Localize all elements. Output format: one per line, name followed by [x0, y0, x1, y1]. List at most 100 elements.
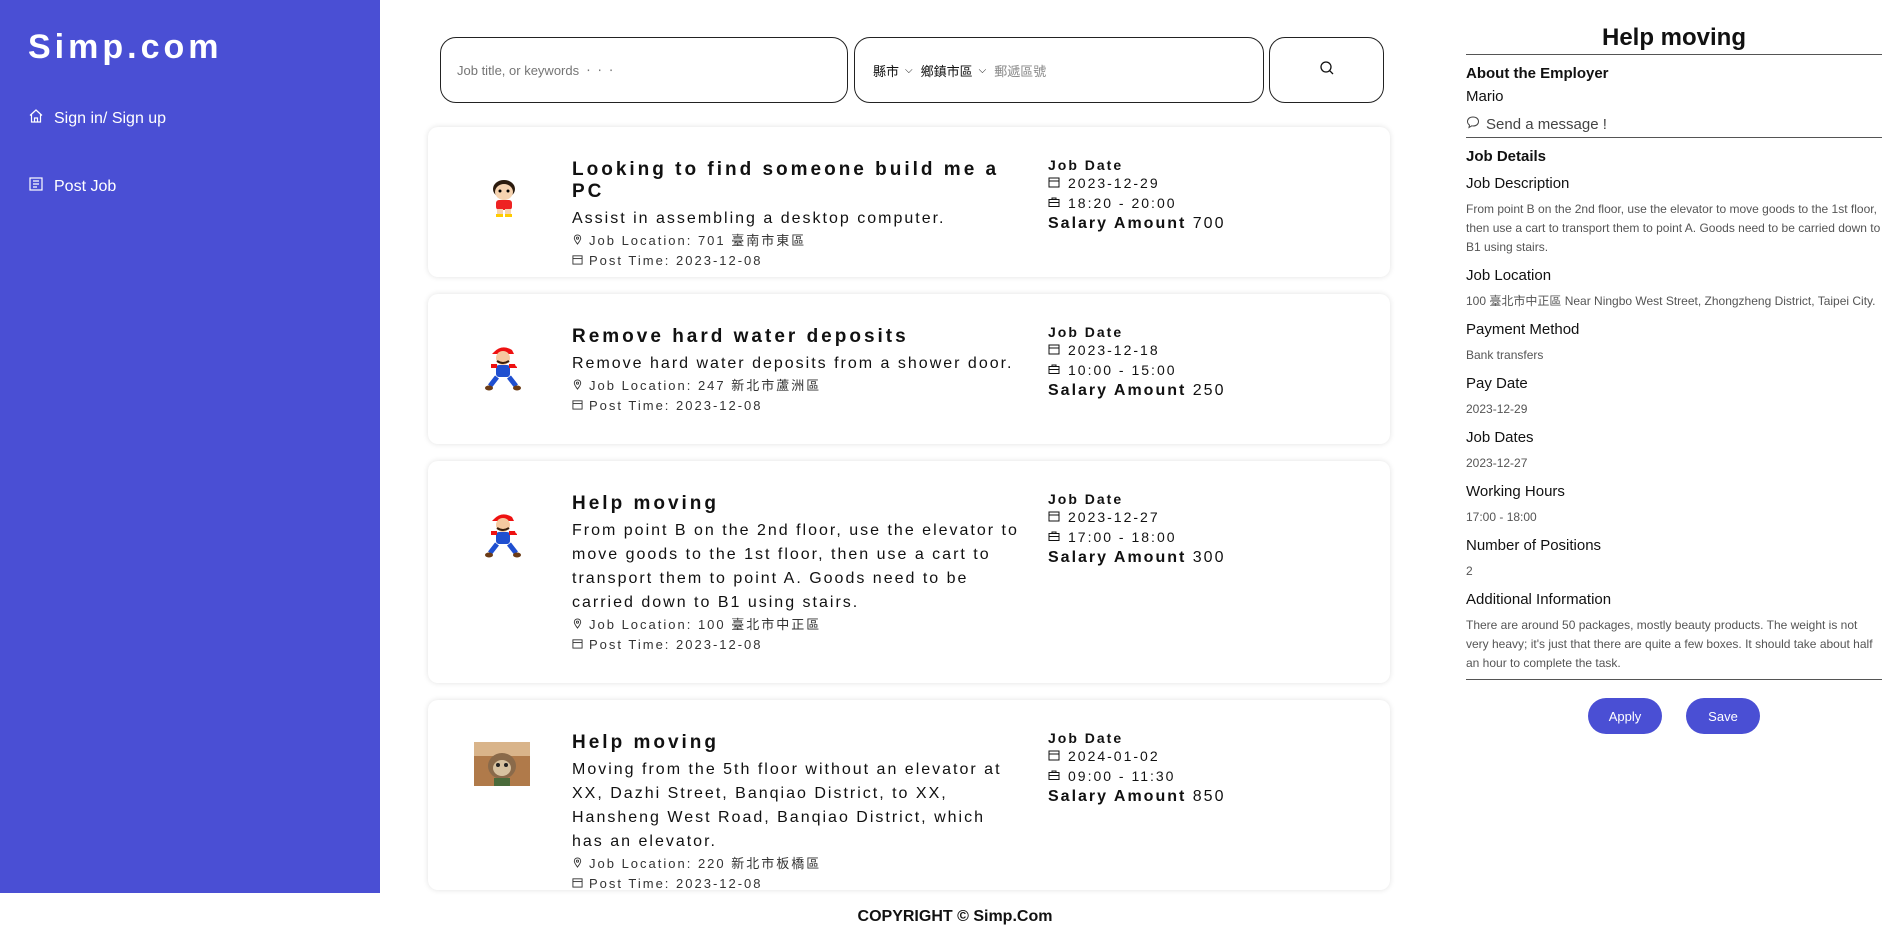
brand-logo[interactable]: Simp.com [28, 28, 222, 67]
salary-value: 700 [1192, 215, 1226, 232]
job-hours: 18:20 - 20:00 [1048, 193, 1368, 213]
briefcase-icon [1048, 527, 1060, 547]
job-title[interactable]: Help moving [572, 493, 1022, 515]
keyword-search-input[interactable] [457, 62, 847, 78]
send-message-label: Send a message ! [1486, 115, 1607, 133]
job-card[interactable]: Help moving From point B on the 2nd floo… [428, 461, 1390, 683]
job-hours: 10:00 - 15:00 [1048, 360, 1368, 380]
job-date-label: Job Date [1048, 157, 1124, 173]
sidebar-item-post-job[interactable]: Post Job [28, 176, 116, 197]
district-select-label: 鄉鎮市區 [920, 63, 973, 79]
payment-method-value: Bank transfers [1466, 348, 1544, 362]
job-card[interactable]: Looking to find someone build me a PC As… [428, 127, 1390, 277]
job-hours: 09:00 - 11:30 [1048, 766, 1368, 786]
job-salary: Salary Amount 250 [1048, 382, 1368, 400]
job-title[interactable]: Help moving [572, 732, 1022, 754]
home-icon [28, 108, 44, 129]
job-hours: 17:00 - 18:00 [1048, 527, 1368, 547]
save-button[interactable]: Save [1686, 698, 1760, 734]
chat-bubble-icon [1466, 115, 1480, 133]
document-icon [28, 176, 44, 197]
location-pin-icon [572, 615, 583, 635]
job-salary: Salary Amount 850 [1048, 788, 1368, 806]
detail-title: Help moving [1466, 24, 1882, 55]
salary-label: Salary Amount [1048, 215, 1187, 232]
location-value: 100 臺北市中正區 Near Ningbo West Street, Zhon… [1466, 294, 1876, 308]
county-select-label: 縣市 [873, 63, 900, 79]
job-date-label: Job Date [1048, 730, 1124, 746]
employer-name: Mario [1466, 88, 1504, 105]
send-message-link[interactable]: Send a message ! [1466, 115, 1882, 138]
job-hours-text: 10:00 - 15:00 [1068, 362, 1177, 378]
sidebar: Simp.com Sign in/ Sign up Post Job [0, 0, 380, 893]
job-post-time-text: Post Time: 2023-12-08 [589, 253, 763, 268]
zip-code-field[interactable]: 郵遞區號 [994, 61, 1046, 80]
job-post-time: Post Time: 2023-12-08 [572, 396, 1022, 416]
divider [1466, 679, 1882, 680]
job-post-time: Post Time: 2023-12-08 [572, 251, 1022, 271]
job-date-text: 2023-12-18 [1068, 342, 1160, 358]
briefcase-icon [1048, 766, 1060, 786]
job-date: 2023-12-29 [1048, 173, 1368, 193]
job-description: Moving from the 5th floor without an ele… [572, 761, 1002, 850]
job-salary: Salary Amount 300 [1048, 549, 1368, 567]
job-location-text: Job Location: 247 新北市蘆洲區 [589, 378, 822, 393]
additional-info-value: There are around 50 packages, mostly bea… [1466, 618, 1873, 670]
footer-copyright: COPYRIGHT © Simp.Com [857, 908, 1053, 925]
location-label: Job Location [1466, 267, 1552, 284]
job-location-text: Job Location: 100 臺北市中正區 [589, 617, 822, 632]
district-select[interactable]: 鄉鎮市區 ⌵ [921, 61, 987, 80]
sidebar-item-label: Post Job [54, 177, 117, 195]
salary-label: Salary Amount [1048, 549, 1187, 566]
additional-info-label: Additional Information [1466, 591, 1612, 608]
county-select[interactable]: 縣市 ⌵ [873, 61, 913, 80]
cartoon-boy-avatar [478, 171, 530, 223]
apply-button[interactable]: Apply [1588, 698, 1662, 734]
job-description: Assist in assembling a desktop computer. [572, 210, 946, 227]
sidebar-item-label: Sign in/ Sign up [54, 109, 167, 127]
job-date: 2024-01-02 [1048, 746, 1368, 766]
job-date: 2023-12-27 [1048, 507, 1368, 527]
job-post-time: Post Time: 2023-12-08 [572, 635, 1022, 655]
positions-label: Number of Positions [1466, 537, 1602, 554]
pay-date-label: Pay Date [1466, 375, 1528, 392]
job-hours-text: 18:20 - 20:00 [1068, 195, 1177, 211]
salary-label: Salary Amount [1048, 382, 1187, 399]
salary-value: 300 [1192, 549, 1226, 566]
job-title[interactable]: Looking to find someone build me a PC [572, 159, 1022, 203]
job-date-text: 2023-12-29 [1068, 175, 1160, 191]
location-pin-icon [572, 854, 583, 874]
chevron-down-icon: ⌵ [978, 64, 987, 76]
employer-heading: About the Employer [1466, 65, 1609, 82]
detail-actions: Apply Save [1466, 698, 1882, 734]
job-hours-text: 17:00 - 18:00 [1068, 529, 1177, 545]
salary-value: 850 [1192, 788, 1226, 805]
job-location: Job Location: 701 臺南市東區 [572, 231, 1022, 251]
calendar-icon [572, 635, 583, 655]
job-post-time-text: Post Time: 2023-12-08 [589, 398, 763, 413]
calendar-icon [1048, 173, 1060, 193]
job-title[interactable]: Remove hard water deposits [572, 326, 1022, 348]
briefcase-icon [1048, 193, 1060, 213]
job-date-text: 2023-12-27 [1068, 509, 1160, 525]
calendar-icon [572, 874, 583, 894]
job-card[interactable]: Help moving Moving from the 5th floor wi… [428, 700, 1390, 891]
job-date: 2023-12-18 [1048, 340, 1368, 360]
plumber-avatar [478, 509, 530, 561]
sidebar-item-sign-in[interactable]: Sign in/ Sign up [28, 108, 166, 129]
description-value: From point B on the 2nd floor, use the e… [1466, 202, 1881, 254]
job-salary: Salary Amount 700 [1048, 215, 1368, 233]
positions-value: 2 [1466, 564, 1473, 578]
job-location: Job Location: 100 臺北市中正區 [572, 615, 1022, 635]
calendar-icon [1048, 746, 1060, 766]
job-card[interactable]: Remove hard water deposits Remove hard w… [428, 294, 1390, 444]
pay-date-value: 2023-12-29 [1466, 402, 1528, 416]
search-icon [1319, 60, 1335, 81]
plumber-avatar [478, 342, 530, 394]
search-button[interactable] [1269, 37, 1384, 103]
calendar-icon [1048, 340, 1060, 360]
area-filter-box: 縣市 ⌵ 鄉鎮市區 ⌵ 郵遞區號 [854, 37, 1264, 103]
description-label: Job Description [1466, 175, 1570, 192]
calendar-icon [572, 396, 583, 416]
working-hours-label: Working Hours [1466, 483, 1565, 500]
